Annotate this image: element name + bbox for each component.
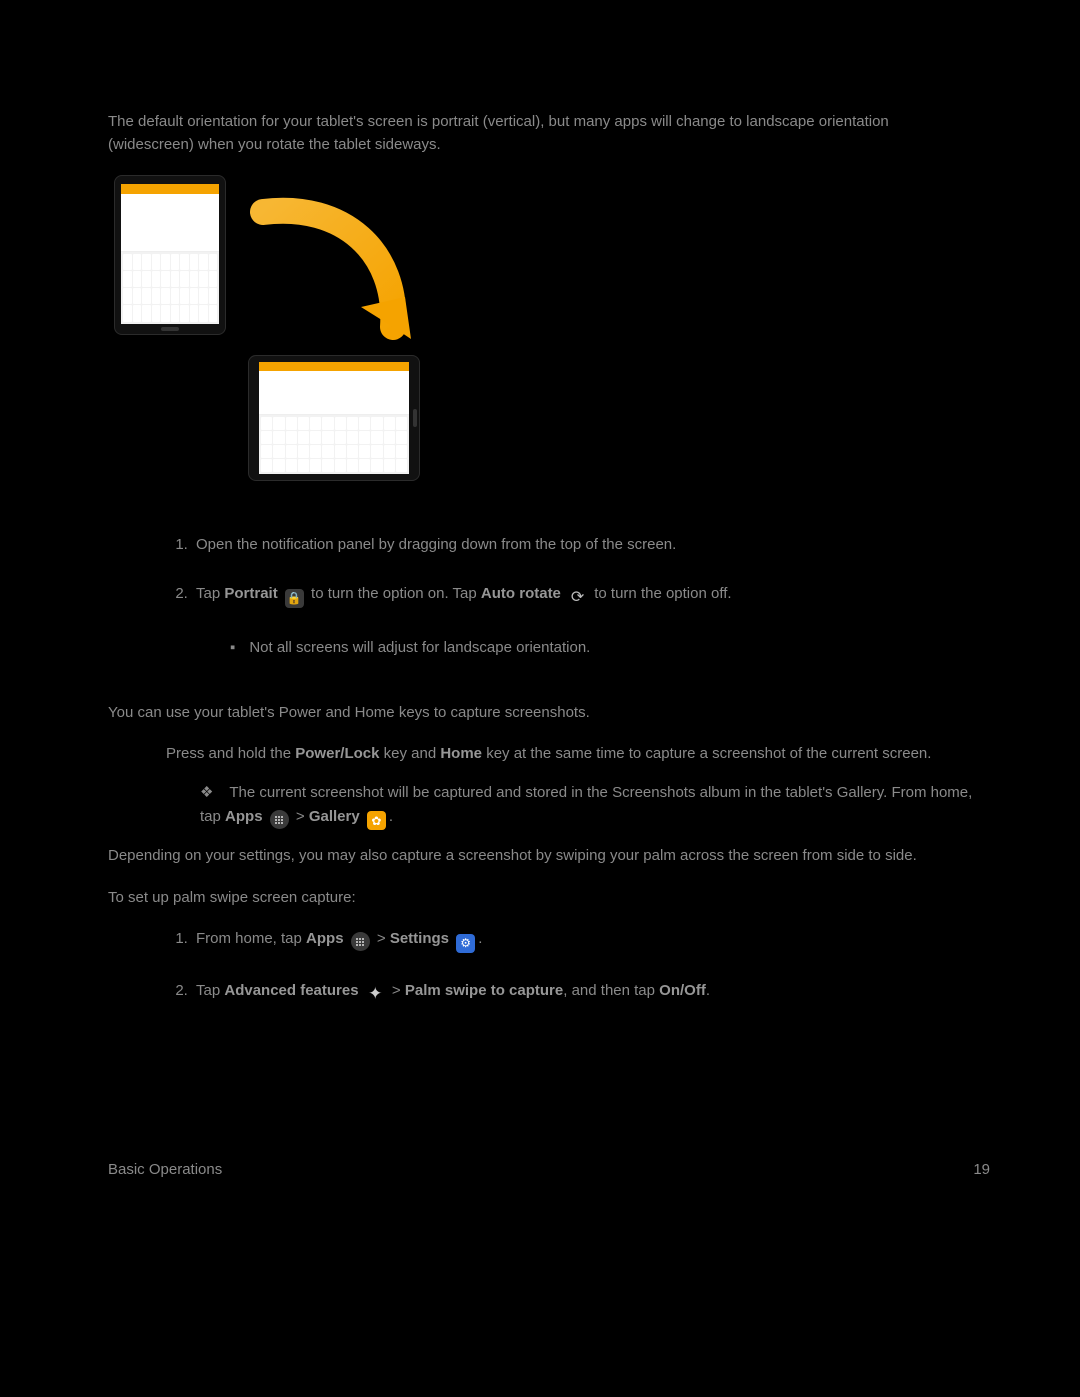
advanced-features-icon: ✦ [366,984,385,1003]
portrait-lock-icon: 🔒 [285,589,304,608]
palm-swipe-para: Depending on your settings, you may also… [108,844,978,867]
auto-rotate-icon: ⟳ [568,589,587,608]
settings-icon: ⚙ [456,934,475,953]
apps-icon [270,810,289,829]
step-1-text: Open the notification panel by dragging … [196,536,676,553]
stored-note: The current screenshot will be captured … [200,781,978,830]
orientation-note: Not all screens will adjust for landscap… [230,636,978,659]
tablet-landscape [248,355,420,481]
palm-step-1: From home, tap Apps > Settings ⚙. [192,927,978,953]
palm-step-2: Tap Advanced features ✦ > Palm swipe to … [192,979,978,1004]
palm-steps: From home, tap Apps > Settings ⚙. Tap Ad… [108,927,978,1003]
intro-text: The default orientation for your tablet'… [108,110,978,157]
press-hold-block: Press and hold the Power/Lock key and Ho… [108,742,978,830]
footer-section: Basic Operations [108,1158,222,1181]
step-2: Tap Portrait 🔒 to turn the option on. Ta… [192,582,978,659]
footer-page-number: 19 [973,1158,990,1181]
palm-setup-label: To set up palm swipe screen capture: [108,886,978,909]
page-footer: Basic Operations 19 [108,1158,990,1181]
screenshot-intro: You can use your tablet's Power and Home… [108,701,978,724]
step-1: Open the notification panel by dragging … [192,533,978,556]
rotation-steps: Open the notification panel by dragging … [108,533,978,659]
tablet-portrait [114,175,226,335]
apps-icon [351,932,370,951]
rotate-arrow-icon [243,197,413,367]
rotation-illustration [108,175,978,505]
gallery-icon: ✿ [367,811,386,830]
